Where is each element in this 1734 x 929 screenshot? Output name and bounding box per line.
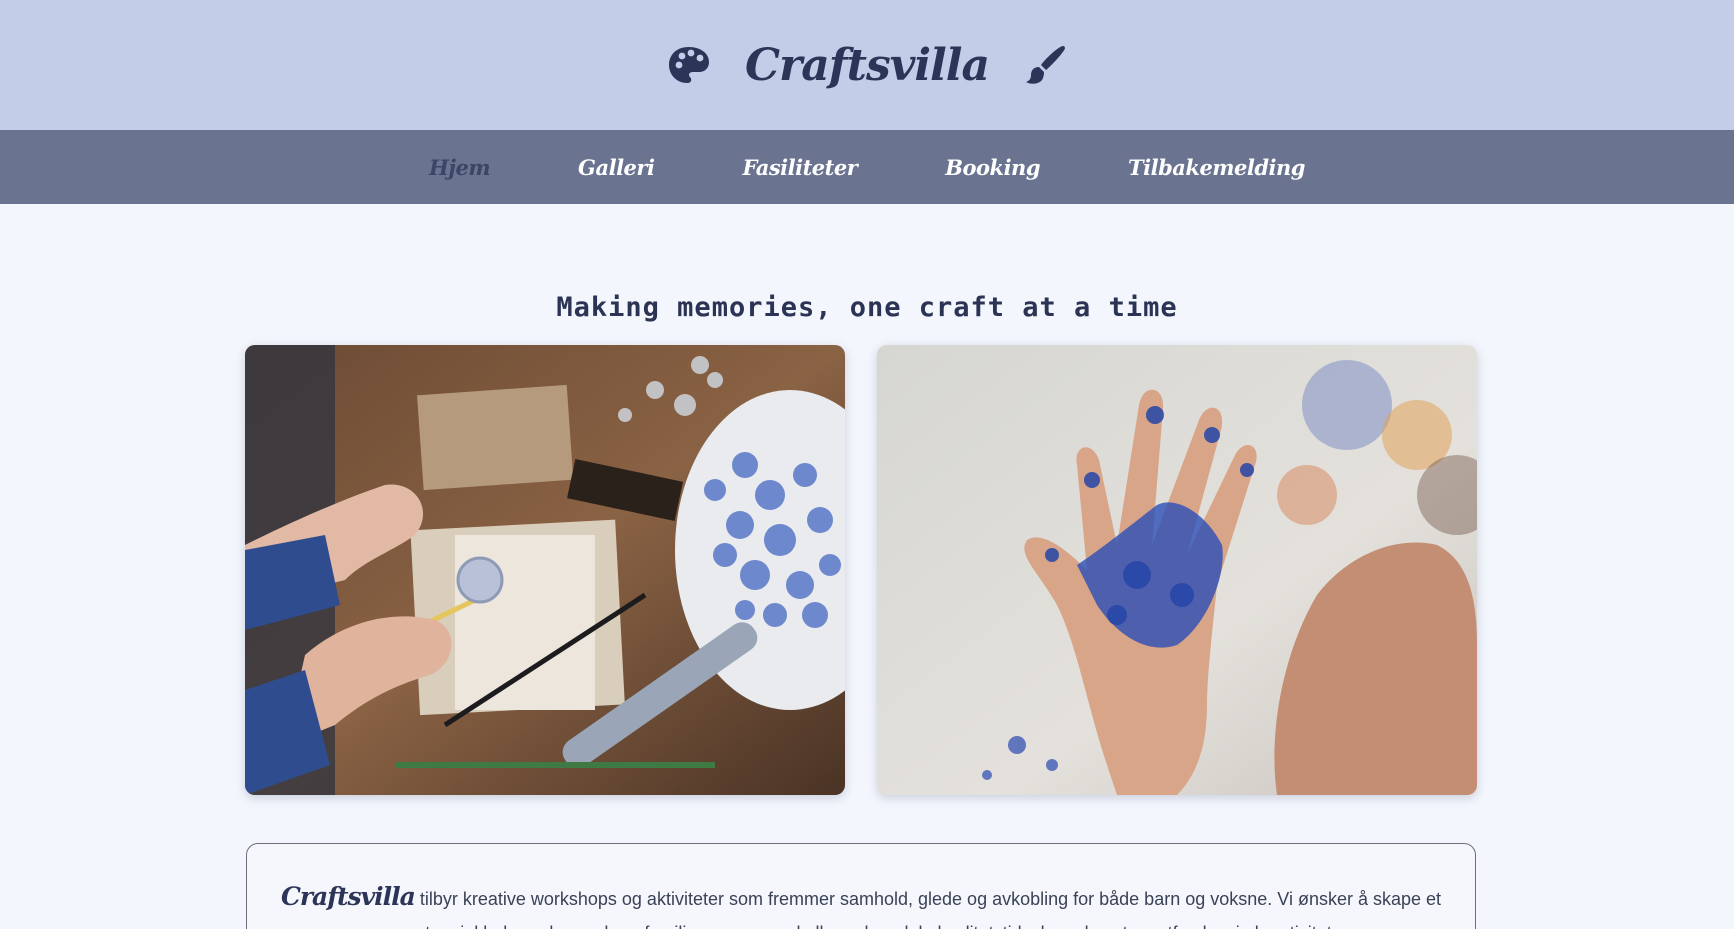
intro-brand: Craftsvilla xyxy=(280,882,416,911)
nav-item-fasiliteter[interactable]: Fasiliteter xyxy=(742,155,857,180)
nav-item-hjem[interactable]: Hjem xyxy=(429,155,491,180)
intro-text: tilbyr kreative workshops og aktiviteter… xyxy=(385,889,1442,929)
palette-icon xyxy=(667,45,711,85)
tagline: Making memories, one craft at a time xyxy=(556,292,1178,323)
intro-box: Craftsvilla tilbyr kreative workshops og… xyxy=(246,843,1476,929)
paintbrush-icon xyxy=(1023,43,1067,87)
blue-painted-hand-photo xyxy=(877,345,1477,795)
nav-item-tilbakemelding[interactable]: Tilbakemelding xyxy=(1128,155,1305,180)
nav-item-booking[interactable]: Booking xyxy=(945,155,1040,180)
site-header: Craftsvilla xyxy=(0,0,1734,130)
site-title[interactable]: Craftsvilla xyxy=(745,40,990,91)
nav-item-galleri[interactable]: Galleri xyxy=(578,155,655,180)
wax-seal-crafting-photo xyxy=(245,345,845,795)
main-nav: Hjem Galleri Fasiliteter Booking Tilbake… xyxy=(0,130,1734,204)
